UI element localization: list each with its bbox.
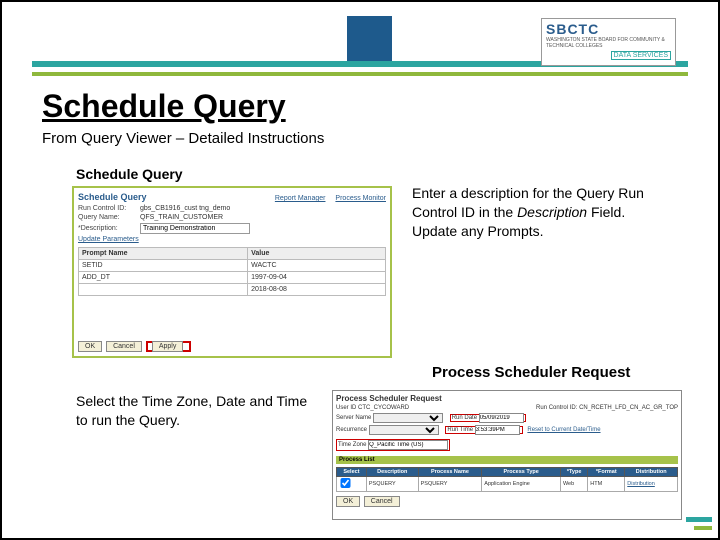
run-time-label: Run Time [447,427,473,433]
schedule-query-label: Schedule Query [76,166,183,182]
time-zone-input[interactable] [368,440,448,450]
run-time-input[interactable] [475,425,520,435]
logo-sub: WASHINGTON STATE BOARD FOR COMMUNITY & T… [546,37,671,49]
instruction-text-2: Select the Time Zone, Date and Time to r… [76,392,316,430]
psr-run-control-value: CN_RCETH_LFD_CN_AC_GR_TOP [579,405,678,411]
sq-links: Report Manager Process Monitor [267,195,386,202]
apply-highlight: Apply [146,341,192,352]
psr-cancel-button[interactable]: Cancel [364,496,400,507]
th-process-type: Process Type [482,468,561,477]
query-name-value: QFS_TRAIN_CUSTOMER [140,214,223,221]
psr-header: Process Scheduler Request [336,394,678,403]
reset-datetime-link[interactable]: Reset to Current Date/Time [527,427,600,433]
stripe-green [32,72,688,76]
run-date-input[interactable] [479,413,524,423]
page-subtitle: From Query Viewer – Detailed Instruction… [42,130,324,147]
time-zone-highlight: Time Zone [336,439,450,451]
process-scheduler-panel: Process Scheduler Request User ID CTC_CY… [332,390,682,520]
run-control-id-value: gbs_CB1916_cust tng_demo [140,205,230,212]
run-date-label: Run Date [452,415,477,421]
cancel-button[interactable]: Cancel [106,341,142,352]
sbctc-logo: SBCTC WASHINGTON STATE BOARD FOR COMMUNI… [541,18,676,66]
description-input[interactable] [140,223,250,234]
th-format: *Format [588,468,625,477]
psr-button-row: OK Cancel [336,496,678,507]
corner-teal [686,517,712,522]
user-id-value: CTC_CYCOWARD [358,405,409,411]
instruction-text-1: Enter a description for the Query Run Co… [412,184,672,241]
th-description: Description [366,468,418,477]
run-date-highlight: Run Date [450,414,526,422]
th-value: Value [248,248,386,260]
query-name-label: Query Name: [78,214,138,221]
top-decor: SBCTC WASHINGTON STATE BOARD FOR COMMUNI… [32,16,688,66]
corner-decor [680,510,712,532]
recurrence-label: Recurrence [336,427,367,433]
logo-name: SBCTC [546,21,671,37]
schedule-query-panel: Schedule Query Report Manager Process Mo… [72,186,392,358]
update-parameters-link[interactable]: Update Parameters [78,236,386,243]
recurrence-select[interactable] [369,425,439,435]
th-type: *Type [560,468,587,477]
psr-run-control-label: Run Control ID: [536,405,577,411]
accent-box [347,16,392,61]
server-name-label: Server Name [336,415,371,421]
sq-button-row: OK Cancel Apply [78,341,191,352]
process-scheduler-label: Process Scheduler Request [432,364,630,381]
th-process-name: Process Name [418,468,482,477]
table-row: SETIDWACTC [79,260,386,272]
table-row: ADD_DT1997-09-04 [79,272,386,284]
logo-data-services: DATA SERVICES [611,51,671,60]
table-row: 2018-08-08 [79,284,386,296]
page-title: Schedule Query [42,88,286,125]
run-control-id-label: Run Control ID: [78,205,138,212]
time-zone-label: Time Zone [338,442,366,448]
process-list-table: Select Description Process Name Process … [336,467,678,492]
prompt-table: Prompt Name Value SETIDWACTC ADD_DT1997-… [78,247,386,296]
process-list-header: Process List [336,456,678,464]
server-name-select[interactable] [373,413,443,423]
report-manager-link[interactable]: Report Manager [275,195,326,202]
corner-green [694,526,712,530]
th-distribution: Distribution [625,468,678,477]
th-select: Select [337,468,367,477]
slide: SBCTC WASHINGTON STATE BOARD FOR COMMUNI… [0,0,720,540]
run-time-highlight: Run Time [445,426,523,434]
ok-button[interactable]: OK [78,341,102,352]
th-prompt-name: Prompt Name [79,248,248,260]
description-label: *Description: [78,225,138,232]
process-select-checkbox[interactable] [339,478,352,488]
apply-button[interactable]: Apply [152,341,184,352]
user-id-label: User ID [336,405,356,411]
table-row: PSQUERY PSQUERY Application Engine Web H… [337,477,678,492]
process-monitor-link[interactable]: Process Monitor [335,195,386,202]
psr-ok-button[interactable]: OK [336,496,360,507]
